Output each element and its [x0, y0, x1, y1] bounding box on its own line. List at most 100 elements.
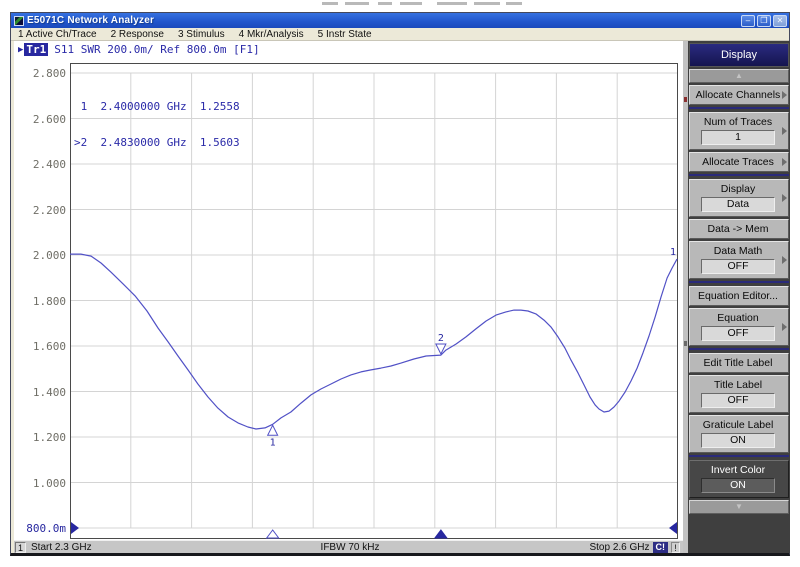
- softkey-value: OFF: [701, 259, 775, 274]
- softkey-label: Display: [721, 183, 755, 195]
- submenu-arrow-icon: [782, 256, 787, 264]
- y-axis-label: 1.200: [14, 431, 66, 444]
- y-axis-label: 2.000: [14, 249, 66, 262]
- trace-end-number: 1: [670, 247, 676, 258]
- reference-level-label: 800.0m: [14, 522, 66, 535]
- softkey-group-separator: [689, 174, 789, 176]
- restore-button[interactable]: ❐: [757, 15, 771, 27]
- softkey-label: Graticule Label: [703, 419, 774, 431]
- softkey-group-separator: [689, 348, 789, 350]
- app-icon: [14, 16, 24, 26]
- cropped-caption-fragment: [400, 2, 422, 5]
- trace-tab-tr1[interactable]: Tr1: [24, 43, 48, 56]
- trace-info-line: ▶ Tr1 S11 SWR 200.0m/ Ref 800.0m [F1]: [18, 43, 260, 56]
- scroll-strip-mark: [684, 341, 687, 346]
- softkey-allocate-traces[interactable]: Allocate Traces: [689, 152, 789, 172]
- softkey-label: Title Label: [714, 379, 762, 391]
- stop-frequency: Stop 2.6 GHz: [589, 542, 649, 553]
- y-axis-label: 2.200: [14, 204, 66, 217]
- menu-item-2-response[interactable]: 2 Response: [104, 29, 171, 40]
- softkey-equation[interactable]: Equation OFF: [689, 308, 789, 346]
- y-axis-label: 1.600: [14, 340, 66, 353]
- status-bar: 1 Start 2.3 GHz IFBW 70 kHz Stop 2.6 GHz…: [14, 540, 686, 553]
- softkey-menu-title: Display: [689, 43, 789, 67]
- scroll-strip-mark: [684, 97, 687, 102]
- marker-2-icon: [436, 344, 446, 354]
- softkey-scroll-down-button[interactable]: ▼: [689, 500, 789, 514]
- cropped-caption-fragment: [378, 2, 392, 5]
- softkey-group-separator: [689, 107, 789, 109]
- cropped-caption-fragment: [474, 2, 500, 5]
- cropped-caption-fragment: [345, 2, 369, 5]
- minimize-button[interactable]: –: [741, 15, 755, 27]
- marker-2-number: 2: [438, 333, 444, 344]
- close-button[interactable]: ✕: [773, 15, 787, 27]
- softkey-allocate-channels[interactable]: Allocate Channels: [689, 85, 789, 105]
- cal-interpolation-badge: C!: [653, 542, 669, 553]
- menu-item-4-mkr-analysis[interactable]: 4 Mkr/Analysis: [232, 29, 311, 40]
- submenu-arrow-icon: [782, 158, 787, 166]
- stimulus-marker-2-icon: [435, 530, 447, 538]
- softkey-num-of-traces[interactable]: Num of Traces 1: [689, 112, 789, 150]
- softkey-title-label[interactable]: Title Label OFF: [689, 375, 789, 413]
- marker-readout-line: 1 2.4000000 GHz 1.2558: [74, 101, 240, 113]
- softkey-label: Data Math: [714, 245, 762, 257]
- menu-item-1-active-ch-trace[interactable]: 1 Active Ch/Trace: [11, 29, 104, 40]
- softkey-data-math[interactable]: Data Math OFF: [689, 241, 789, 279]
- menu-item-5-instr-state[interactable]: 5 Instr State: [311, 29, 379, 40]
- y-axis-label: 1.400: [14, 386, 66, 399]
- y-axis-label: 1.000: [14, 477, 66, 490]
- softkey-scroll-strip: [683, 41, 688, 553]
- cropped-caption-fragment: [322, 2, 338, 5]
- softkey-label: Equation Editor...: [698, 290, 778, 302]
- ifbw-value: IFBW 70 kHz: [14, 542, 686, 553]
- softkey-list: Allocate Channels Num of Traces 1 Alloca…: [689, 85, 789, 500]
- softkey-scroll-up-button[interactable]: ▲: [689, 69, 789, 83]
- window-title: E5071C Network Analyzer: [27, 15, 739, 26]
- y-axis-label: 2.400: [14, 158, 66, 171]
- softkey-invert-color[interactable]: Invert Color ON: [689, 460, 789, 498]
- softkey-label: Edit Title Label: [704, 357, 773, 369]
- y-axis-label: 2.600: [14, 113, 66, 126]
- softkey-label: Allocate Traces: [702, 156, 774, 168]
- softkey-edit-title-label[interactable]: Edit Title Label: [689, 353, 789, 373]
- submenu-arrow-icon: [782, 323, 787, 331]
- softkey-equation-editor[interactable]: Equation Editor...: [689, 286, 789, 306]
- softkey-value: Data: [701, 197, 775, 212]
- stop-frequency-group: Stop 2.6 GHz C! !: [589, 541, 680, 554]
- softkey-display[interactable]: Display Data: [689, 179, 789, 217]
- softkey-label: Allocate Channels: [696, 89, 781, 101]
- plot-region: ▶ Tr1 S11 SWR 200.0m/ Ref 800.0m [F1] 1 …: [14, 41, 686, 553]
- marker-1-number: 1: [270, 437, 276, 448]
- y-axis-label: 1.800: [14, 295, 66, 308]
- marker-1-icon: [268, 425, 278, 435]
- warning-indicator: !: [671, 542, 680, 553]
- submenu-arrow-icon: [782, 91, 787, 99]
- title-bar[interactable]: E5071C Network Analyzer – ❐ ✕: [11, 13, 789, 28]
- softkey-value: OFF: [701, 326, 775, 341]
- softkey-label: Num of Traces: [704, 116, 772, 128]
- softkey-label: Invert Color: [711, 464, 765, 476]
- cropped-caption-fragment: [506, 2, 522, 5]
- softkey-graticule-label[interactable]: Graticule Label ON: [689, 415, 789, 453]
- softkey-value: OFF: [701, 393, 775, 408]
- analyzer-window: E5071C Network Analyzer – ❐ ✕ 1 Active C…: [10, 12, 790, 556]
- trace-format-text: S11 SWR 200.0m/ Ref 800.0m [F1]: [54, 43, 259, 56]
- softkey-label: Equation: [717, 312, 758, 324]
- softkey-value: ON: [701, 478, 775, 493]
- softkey-data-mem[interactable]: Data -> Mem: [689, 219, 789, 239]
- submenu-arrow-icon: [782, 127, 787, 135]
- menu-item-3-stimulus[interactable]: 3 Stimulus: [171, 29, 232, 40]
- y-axis-label: 2.800: [14, 67, 66, 80]
- stimulus-marker-1-icon: [267, 530, 279, 538]
- ref-level-left-arrow-icon: [71, 522, 79, 534]
- menu-bar: 1 Active Ch/Trace2 Response3 Stimulus4 M…: [11, 28, 789, 41]
- softkey-label: Data -> Mem: [708, 223, 769, 235]
- softkey-value: 1: [701, 130, 775, 145]
- softkey-group-separator: [689, 455, 789, 457]
- active-trace-pointer-icon: ▶: [18, 45, 23, 55]
- softkey-group-separator: [689, 281, 789, 283]
- ref-level-right-arrow-icon: [669, 522, 677, 534]
- cropped-caption-fragment: [437, 2, 467, 5]
- marker-readout-line: >2 2.4830000 GHz 1.5603: [74, 137, 240, 149]
